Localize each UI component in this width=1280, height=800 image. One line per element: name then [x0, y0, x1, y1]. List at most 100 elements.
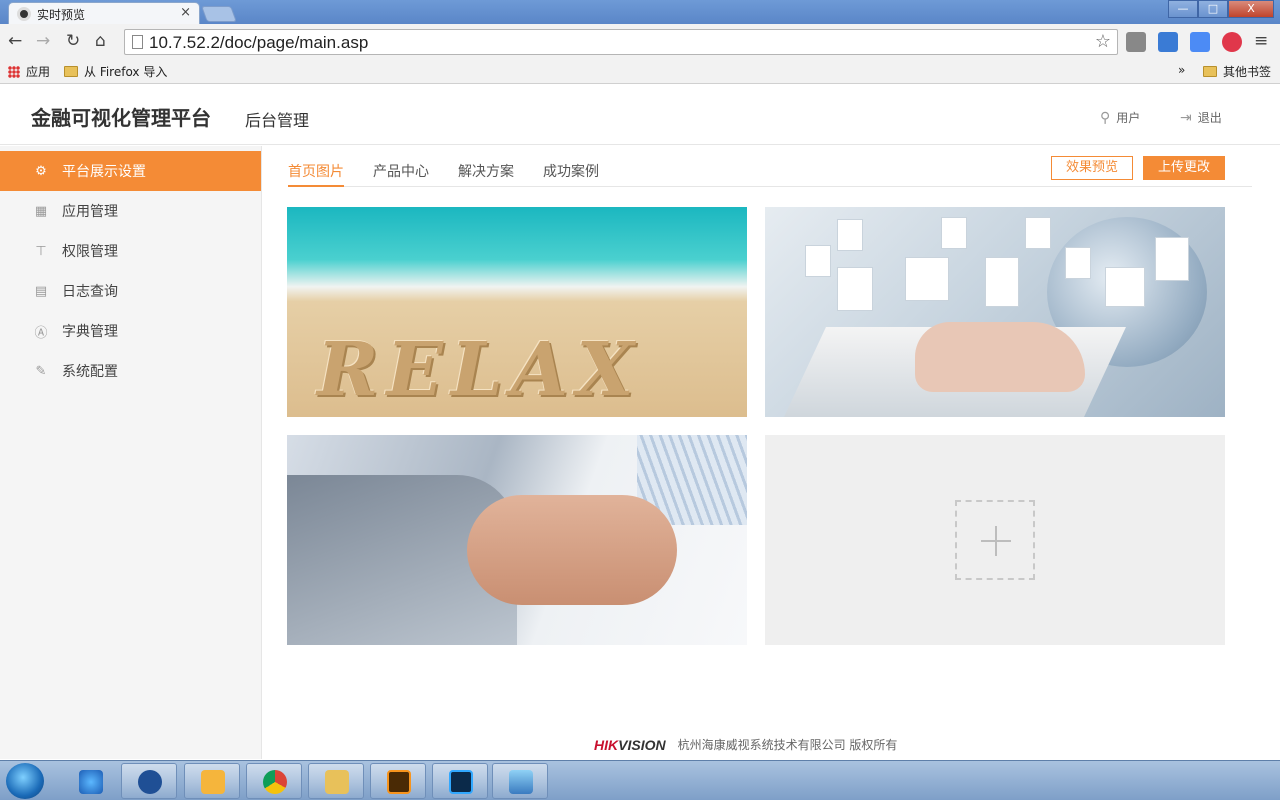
logout-link[interactable]: ⇥ 退出: [1180, 109, 1222, 126]
preview-button[interactable]: 效果预览: [1051, 156, 1133, 180]
bookmark-firefox-label: 从 Firefox 导入: [84, 65, 168, 79]
brand-title: 金融可视化管理平台: [31, 106, 211, 130]
sidebar-item-app-management[interactable]: ▦ 应用管理: [0, 191, 261, 231]
app-header: 金融可视化管理平台 后台管理 ⚲ 用户 ⇥ 退出: [0, 85, 1280, 145]
image-viewer-icon: [509, 770, 533, 794]
apps-grid-icon: [8, 65, 20, 78]
chrome-icon: [263, 770, 287, 794]
user-icon: ⚲: [1100, 109, 1111, 126]
bookmark-star-icon[interactable]: ☆: [1095, 31, 1111, 52]
image-card-beach[interactable]: RELAX: [287, 207, 747, 417]
bookmark-apps-label: 应用: [26, 65, 51, 79]
sidebar-item-label: 字典管理: [62, 324, 118, 340]
logout-label: 退出: [1197, 111, 1222, 125]
reload-icon[interactable]: ↻: [66, 32, 80, 50]
sidebar-item-dictionary[interactable]: Ⓐ 字典管理: [0, 311, 261, 351]
footer: HIKVISION 杭州海康威视系统技术有限公司 版权所有: [594, 736, 897, 753]
taskbar-app[interactable]: [121, 763, 177, 799]
outlook-icon: [201, 770, 225, 794]
bookmarks-overflow[interactable]: »: [1178, 63, 1185, 77]
bookmark-firefox-import[interactable]: 从 Firefox 导入: [64, 63, 167, 80]
upload-button[interactable]: 上传更改: [1143, 156, 1225, 180]
start-button[interactable]: [6, 763, 44, 799]
logout-icon: ⇥: [1180, 109, 1192, 126]
bookmark-other[interactable]: 其他书签: [1203, 63, 1271, 80]
tab-cases[interactable]: 成功案例: [543, 161, 599, 187]
folder-icon: [64, 66, 78, 77]
image-card-network[interactable]: [765, 207, 1225, 417]
illustrator-icon: [387, 770, 411, 794]
translate-extension-icon[interactable]: [1190, 32, 1210, 52]
browser-toolbar: ← → ↻ ⌂ 10.7.52.2/doc/page/main.asp ☆ ≡: [0, 24, 1280, 60]
taskbar-image-viewer[interactable]: [492, 763, 548, 799]
image-card-handshake[interactable]: [287, 435, 747, 645]
typing-hands-graphic: [915, 322, 1085, 392]
sidebar-item-label: 平台展示设置: [62, 164, 146, 180]
dictionary-icon: Ⓐ: [34, 325, 48, 341]
profile-thumbnail: [1155, 237, 1189, 281]
folder-icon: [325, 770, 349, 794]
profile-thumbnail: [985, 257, 1019, 307]
taskbar-explorer[interactable]: [308, 763, 364, 799]
app-icon: [138, 770, 162, 794]
browser-tab[interactable]: 实时预览 ×: [8, 2, 200, 24]
sidebar-item-system-config[interactable]: ✎ 系统配置: [0, 351, 261, 391]
url-text[interactable]: 10.7.52.2/doc/page/main.asp: [149, 33, 368, 53]
profile-thumbnail: [805, 245, 831, 277]
window-controls: — □ X: [1168, 0, 1274, 18]
handshake-graphic: [467, 495, 677, 605]
sidebar: ⚙ 平台展示设置 ▦ 应用管理 ⊤ 权限管理 ▤ 日志查询 Ⓐ 字典管理 ✎ 系…: [0, 146, 262, 759]
taskbar-outlook[interactable]: [184, 763, 240, 799]
plus-icon[interactable]: [955, 500, 1035, 580]
sidebar-item-display-settings[interactable]: ⚙ 平台展示设置: [0, 151, 261, 191]
address-bar[interactable]: 10.7.52.2/doc/page/main.asp ☆: [124, 29, 1118, 55]
sidebar-item-label: 权限管理: [62, 244, 118, 260]
red-extension-icon[interactable]: [1222, 32, 1242, 52]
browser-titlebar: 实时预览 × — □ X: [0, 0, 1280, 24]
profile-thumbnail: [1105, 267, 1145, 307]
photoshop-icon: [449, 770, 473, 794]
close-tab-icon[interactable]: ×: [180, 5, 191, 20]
back-arrow-icon[interactable]: ←: [8, 32, 22, 50]
taskbar-illustrator[interactable]: [370, 763, 426, 799]
mail-extension-icon[interactable]: [1126, 32, 1146, 52]
camera-icon: [17, 7, 31, 21]
profile-thumbnail: [1025, 217, 1051, 249]
profile-thumbnail: [837, 267, 873, 311]
logo-dark-text: VISION: [618, 736, 666, 753]
screen-extension-icon[interactable]: [1158, 32, 1178, 52]
copyright-text: 杭州海康威视系统技术有限公司 版权所有: [677, 738, 898, 752]
document-icon: ▤: [34, 283, 48, 299]
tab-home-images[interactable]: 首页图片: [288, 161, 344, 187]
new-tab-button[interactable]: [201, 6, 237, 22]
minimize-button[interactable]: —: [1168, 0, 1198, 18]
bookmarks-bar: 应用 从 Firefox 导入 » 其他书签: [0, 60, 1280, 84]
beach-relax-text: RELAX: [317, 327, 642, 413]
ie-icon: [79, 770, 103, 794]
tab-products[interactable]: 产品中心: [373, 161, 429, 187]
tab-title: 实时预览: [37, 8, 86, 22]
bookmark-apps[interactable]: 应用: [8, 63, 50, 80]
page-icon: [132, 35, 143, 49]
sidebar-item-label: 日志查询: [62, 284, 118, 300]
maximize-button[interactable]: □: [1198, 0, 1228, 18]
profile-thumbnail: [1065, 247, 1091, 279]
logo-red-text: HIK: [594, 736, 619, 753]
user-link[interactable]: ⚲ 用户: [1100, 109, 1140, 126]
user-label: 用户: [1116, 111, 1141, 125]
sidebar-item-permissions[interactable]: ⊤ 权限管理: [0, 231, 261, 271]
bookmark-other-label: 其他书签: [1223, 65, 1272, 79]
wrench-icon: ✎: [35, 363, 47, 379]
add-image-card[interactable]: [765, 435, 1225, 645]
forward-arrow-icon[interactable]: →: [36, 32, 50, 50]
taskbar-ie[interactable]: [62, 763, 118, 799]
page-subtitle: 后台管理: [245, 111, 310, 130]
home-icon[interactable]: ⌂: [95, 32, 106, 50]
sidebar-item-logs[interactable]: ▤ 日志查询: [0, 271, 261, 311]
close-window-button[interactable]: X: [1228, 0, 1274, 18]
menu-icon[interactable]: ≡: [1254, 32, 1268, 50]
taskbar-chrome[interactable]: [246, 763, 302, 799]
os-taskbar: [0, 760, 1280, 800]
taskbar-photoshop[interactable]: [432, 763, 488, 799]
tab-solutions[interactable]: 解决方案: [458, 161, 514, 187]
